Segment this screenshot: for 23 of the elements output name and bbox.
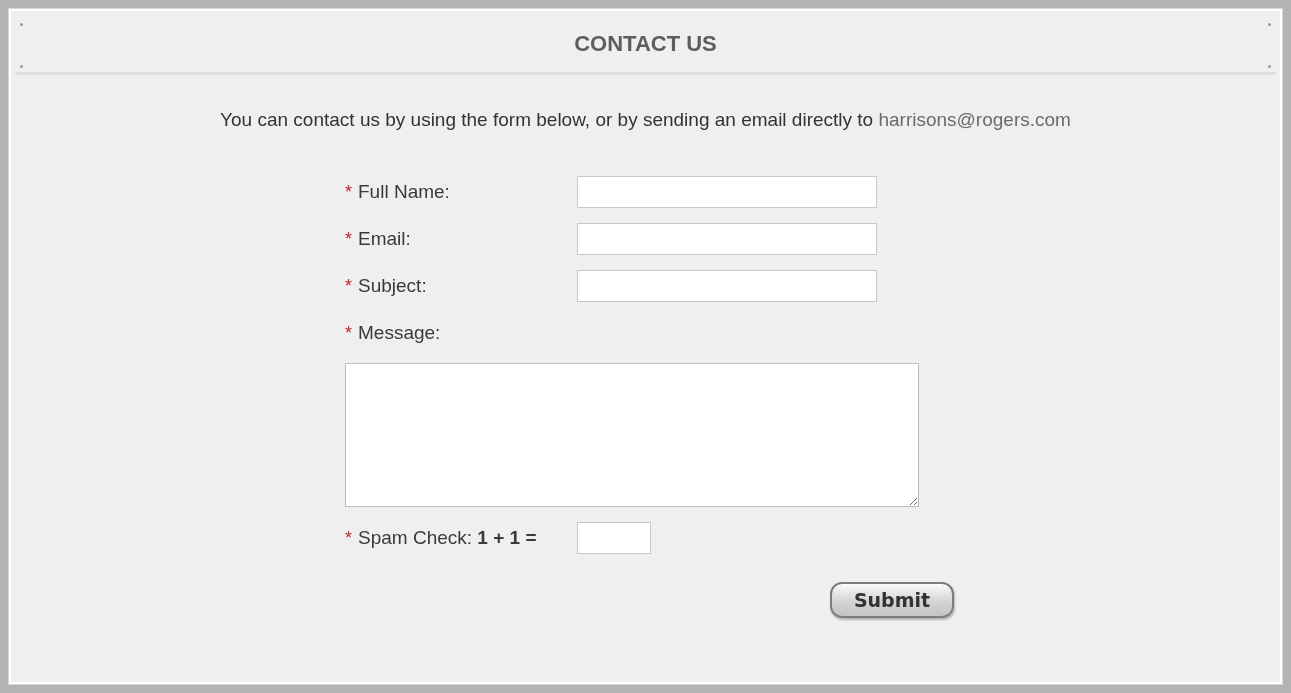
- required-mark: *: [345, 228, 352, 250]
- message-field[interactable]: [345, 363, 919, 507]
- required-mark: *: [345, 527, 352, 549]
- rivet-icon: [1268, 23, 1271, 26]
- required-mark: *: [345, 275, 352, 297]
- page-title: CONTACT US: [574, 30, 717, 57]
- field-label: Subject:: [358, 275, 428, 297]
- email-link[interactable]: harrisons@rogers.com: [878, 109, 1071, 130]
- required-mark: *: [345, 322, 352, 344]
- field-label: Spam Check: 1 + 1 =: [358, 527, 538, 549]
- submit-button[interactable]: Submit: [830, 582, 954, 618]
- rivet-icon: [20, 23, 23, 26]
- rivet-icon: [20, 65, 23, 68]
- required-mark: *: [345, 181, 352, 203]
- intro-text: You can contact us by using the form below, or by sending an email directly to harrisons@rogers.com: [219, 109, 1072, 131]
- field-label: Full Name:: [358, 181, 451, 203]
- input-field[interactable]: [577, 223, 877, 255]
- rivet-icon: [1268, 65, 1271, 68]
- field-label: Message:: [358, 322, 442, 344]
- input-field[interactable]: [577, 270, 877, 302]
- answer-field[interactable]: [577, 522, 651, 554]
- input-field[interactable]: [577, 176, 877, 208]
- field-label: Email:: [358, 228, 412, 250]
